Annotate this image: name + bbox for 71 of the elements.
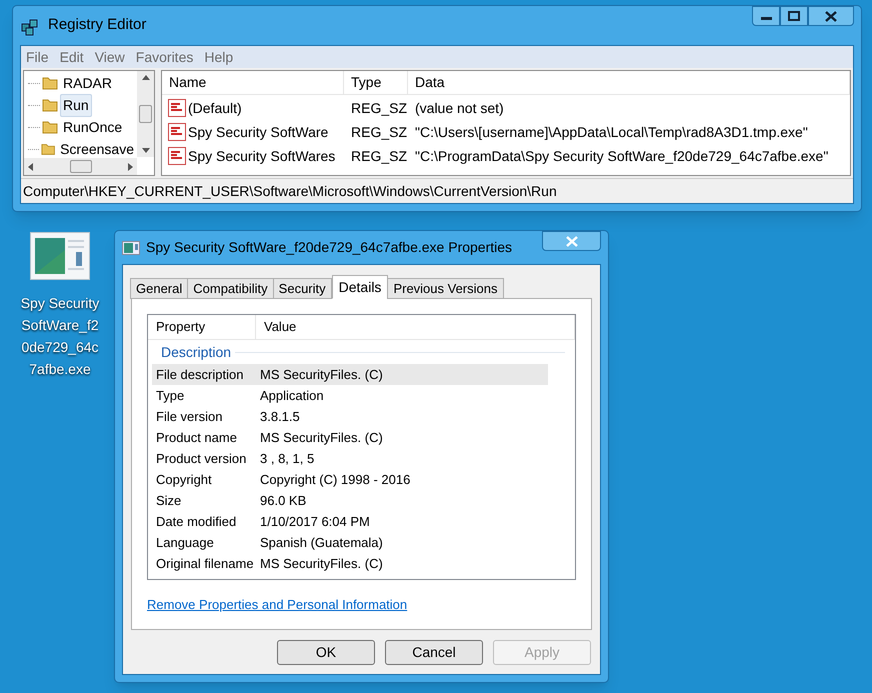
table-cell-text: "C:\Users\[username]\AppData\Local\Temp\rad8A3D1.tmp.exe" <box>414 122 809 142</box>
property-row[interactable]: Product name MS SecurityFiles. (C) <box>152 427 548 448</box>
folder-icon <box>42 75 58 91</box>
tree-item[interactable]: Run <box>60 94 92 116</box>
property-row[interactable]: Product version 3 , 8, 1, 5 <box>152 448 548 469</box>
column-header[interactable]: Value <box>256 315 575 339</box>
menu-item[interactable]: Favorites <box>130 46 198 68</box>
property-row[interactable]: Original filename MS SecurityFiles. (C) <box>152 553 548 574</box>
property-row[interactable]: Date modified 1/10/2017 6:04 PM <box>152 511 548 532</box>
vertical-scrollbar[interactable] <box>137 71 154 157</box>
column-header[interactable]: Type <box>344 71 408 94</box>
scroll-thumb[interactable] <box>70 160 92 173</box>
string-value-icon <box>168 123 186 141</box>
property-row[interactable]: File description MS SecurityFiles. (C) <box>152 364 548 385</box>
application-icon <box>122 240 140 254</box>
dialog-button[interactable]: Cancel <box>385 640 483 665</box>
folder-icon <box>40 141 56 157</box>
tab[interactable]: General <box>130 278 188 299</box>
application-window-icon <box>30 232 90 280</box>
property-row[interactable]: Type Application <box>152 385 548 406</box>
close-button[interactable] <box>542 231 601 251</box>
menu-item[interactable]: View <box>90 46 130 68</box>
close-button[interactable] <box>808 6 854 26</box>
group-header: Description <box>161 342 232 362</box>
right-arrow-icon <box>128 162 133 170</box>
menu-item[interactable]: Help <box>199 46 238 68</box>
remove-properties-link[interactable]: Remove Properties and Personal Information <box>147 595 408 614</box>
tab[interactable]: Previous Versions <box>387 278 504 299</box>
property-row[interactable]: File version 3.8.1.5 <box>152 406 548 427</box>
maximize-icon <box>788 11 800 21</box>
table-cell-text: REG_SZ <box>350 98 408 118</box>
tree-item[interactable]: RunOnce <box>60 116 126 138</box>
table-cell-text: Spy Security SoftWare <box>188 122 328 142</box>
tab[interactable]: Security <box>272 278 332 299</box>
maximize-button[interactable] <box>780 6 808 26</box>
property-row[interactable]: Language Spanish (Guatemala) <box>152 532 548 553</box>
table-cell-text: Spy Security SoftWares <box>188 146 336 166</box>
table-cell-text: (value not set) <box>414 98 505 118</box>
horizontal-scrollbar[interactable] <box>24 158 137 175</box>
menu-item[interactable]: File <box>21 46 54 68</box>
table-cell-text: "C:\ProgramData\Spy Security SoftWare_f20de729_64c7afbe.exe" <box>414 146 830 166</box>
table-cell-text: REG_SZ <box>350 122 408 142</box>
column-header[interactable]: Property <box>148 315 256 339</box>
tab[interactable]: Compatibility <box>187 278 274 299</box>
table-cell-text: REG_SZ <box>350 146 408 166</box>
up-arrow-icon <box>142 75 150 80</box>
status-bar: Computer\HKEY_CURRENT_USER\Software\Microsoft\Windows\CurrentVersion\Run <box>21 178 853 203</box>
close-icon <box>566 236 578 246</box>
tree-item[interactable]: Screensave <box>57 138 137 160</box>
desktop-icon-label[interactable]: Spy Security SoftWare_f20de729_64c7afbe.exe <box>20 292 100 380</box>
property-row[interactable]: Copyright Copyright (C) 1998 - 2016 <box>152 469 548 490</box>
close-icon <box>825 10 837 22</box>
table-cell-text: (Default) <box>188 98 242 118</box>
tab[interactable]: Details <box>332 275 388 299</box>
left-arrow-icon <box>28 162 33 170</box>
window-title: Spy Security SoftWare_f20de729_64c7afbe.exe Properties <box>146 238 512 257</box>
window-title: Registry Editor <box>48 15 146 36</box>
string-value-icon <box>168 147 186 165</box>
scroll-thumb[interactable] <box>139 105 152 123</box>
minimize-button[interactable] <box>752 6 780 26</box>
down-arrow-icon <box>142 148 150 153</box>
folder-icon <box>42 119 58 135</box>
menu-item[interactable]: Edit <box>54 46 89 68</box>
tree-item[interactable]: RADAR <box>60 72 116 94</box>
column-header[interactable]: Data <box>408 71 850 94</box>
minimize-icon <box>760 17 772 20</box>
column-header[interactable]: Name <box>162 71 344 94</box>
folder-icon <box>42 97 58 113</box>
property-row[interactable]: Size 96.0 KB <box>152 490 548 511</box>
string-value-icon <box>168 99 186 117</box>
dialog-button[interactable]: OK <box>277 640 375 665</box>
